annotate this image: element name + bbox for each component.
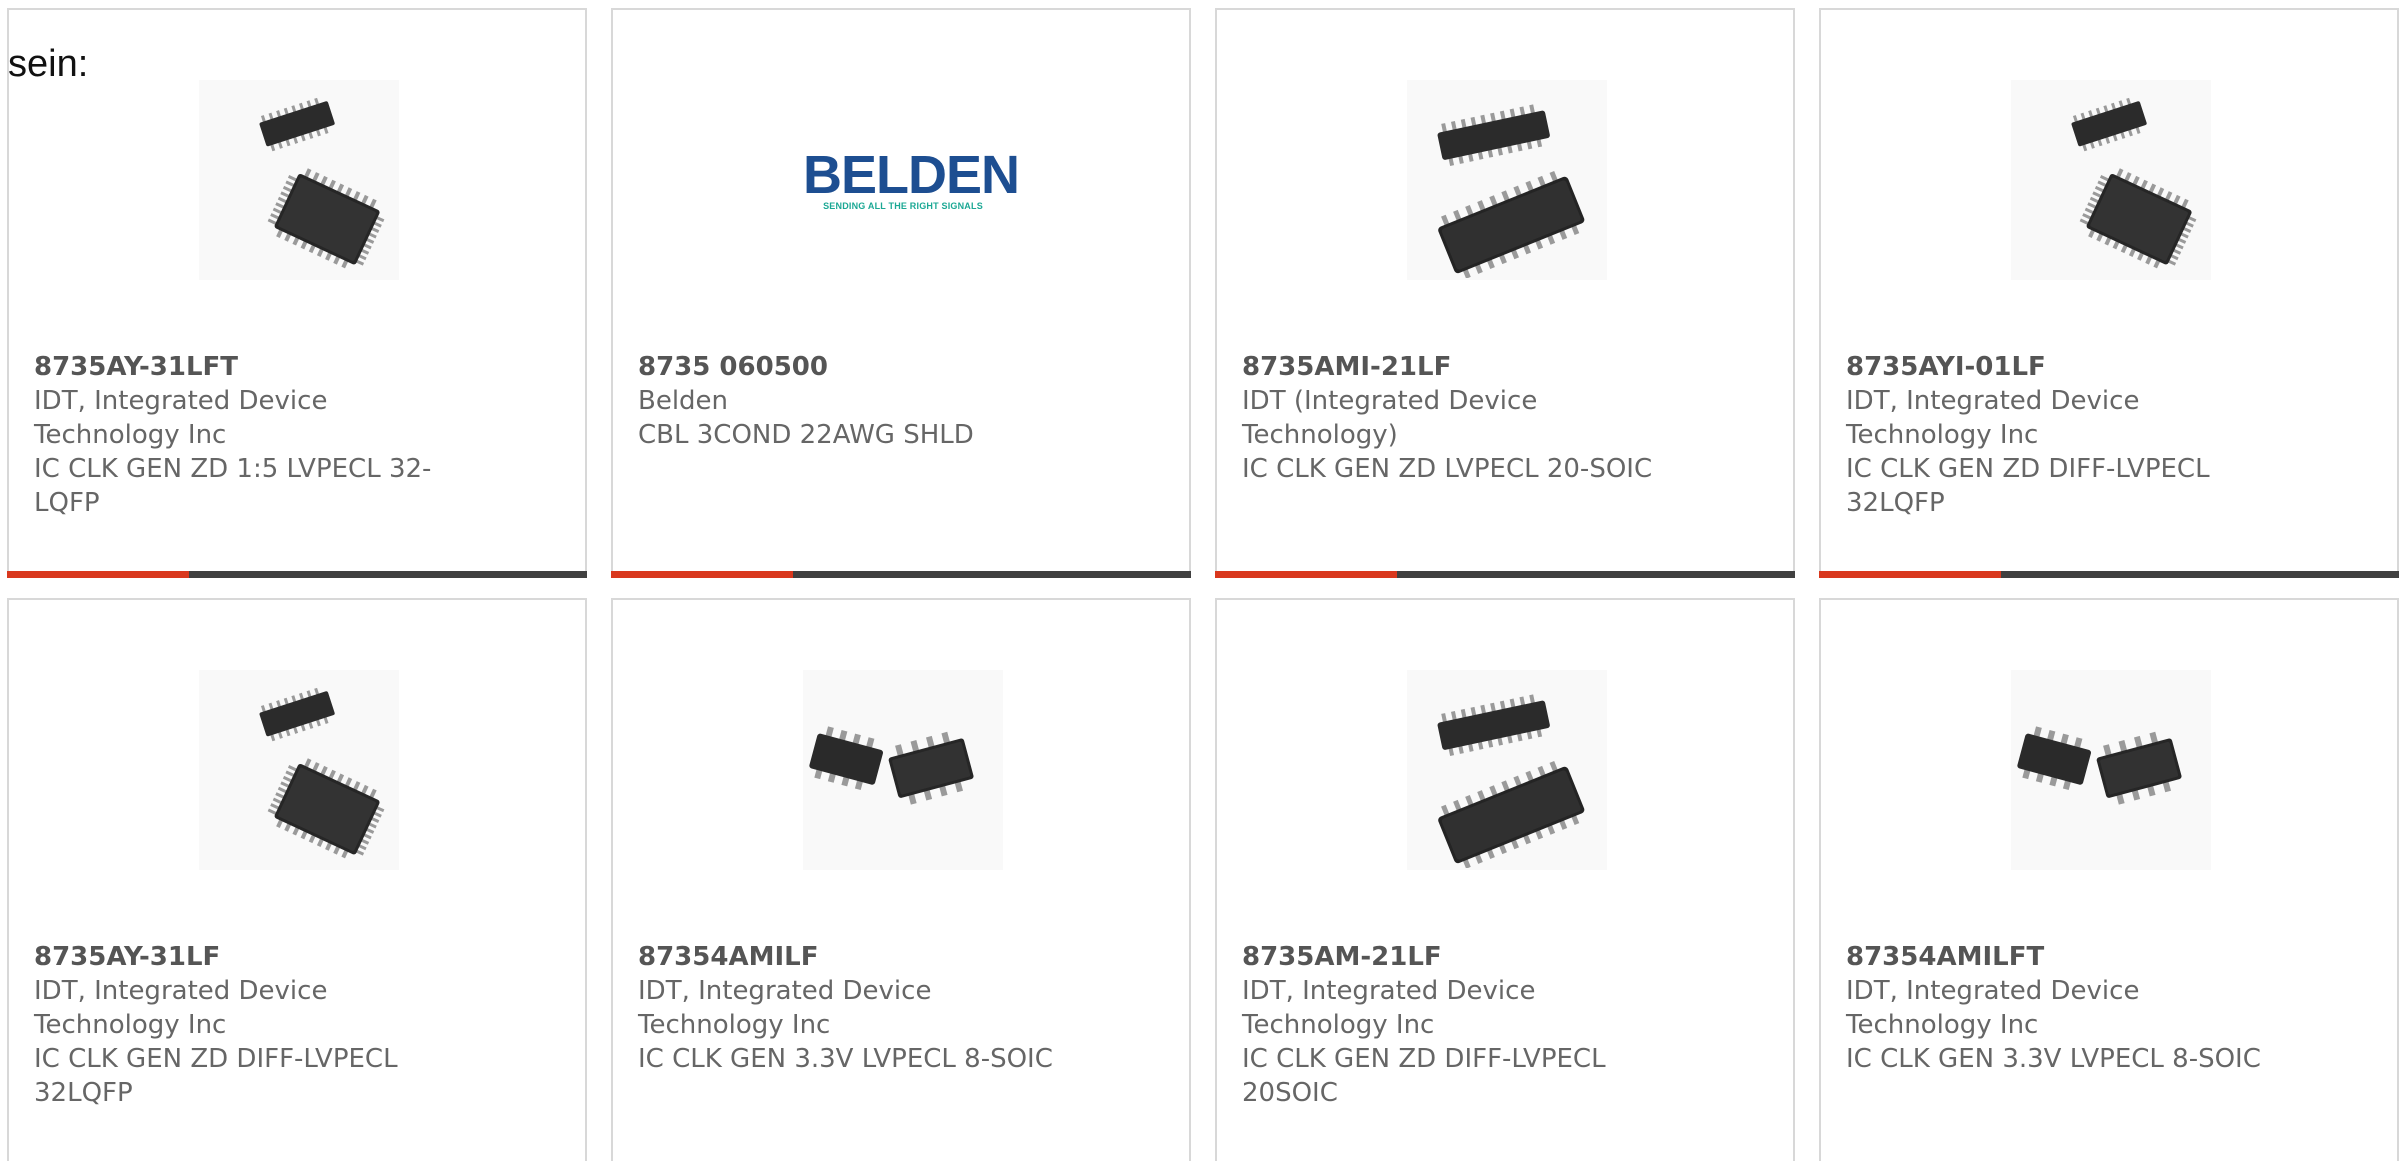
belden-logo-tagline: SENDING ALL THE RIGHT SIGNALS xyxy=(823,201,983,211)
product-info: 8735AY-31LF IDT, Integrated Device Technol… xyxy=(34,940,454,1110)
manufacturer-text: IDT, Integrated Device xyxy=(1846,976,2140,1006)
part-number-link[interactable]: 8735AY-31LF xyxy=(34,940,454,974)
description-text: CBL 3COND 22AWG SHLD xyxy=(638,420,974,450)
manufacturer-text: IDT, Integrated Device xyxy=(34,976,328,1006)
part-number-link[interactable]: 87354AMILF xyxy=(638,940,1058,974)
card-accent-bar xyxy=(7,571,189,578)
description-text: IC CLK GEN ZD DIFF-LVPECL xyxy=(1846,454,2210,484)
product-card[interactable]: 8735AMI-21LF IDT (Integrated Device Techno… xyxy=(1215,8,1795,578)
qfp-chip-icon xyxy=(199,668,399,872)
part-number-link[interactable]: 8735AMI-21LF xyxy=(1242,350,1662,384)
description-text: IC CLK GEN ZD LVPECL 20-SOIC xyxy=(1242,454,1653,484)
product-image[interactable] xyxy=(1407,670,1607,870)
product-info: 87354AMILF IDT, Integrated Device Technolo… xyxy=(638,940,1058,1076)
description-text: 32LQFP xyxy=(1846,488,1945,518)
product-card[interactable]: 8735AY-31LFT IDT, Integrated Device Techno… xyxy=(7,8,587,578)
card-bottom-bar xyxy=(611,571,1191,578)
product-image[interactable] xyxy=(803,670,1003,870)
product-info: 87354AMILFT IDT, Integrated Device Technol… xyxy=(1846,940,2266,1076)
manufacturer-text: IDT, Integrated Device xyxy=(1846,386,2140,416)
product-card[interactable]: 8735AM-21LF IDT, Integrated Device Technol… xyxy=(1215,598,1795,1161)
card-bottom-bar xyxy=(1215,571,1795,578)
product-grid: 8735AY-31LFT IDT, Integrated Device Techno… xyxy=(7,8,2400,1161)
manufacturer-text: IDT, Integrated Device xyxy=(34,386,328,416)
description-text: LQFP xyxy=(34,488,100,518)
manufacturer-text: Technology Inc xyxy=(34,420,227,450)
product-info: 8735AYI-01LF IDT, Integrated Device Techno… xyxy=(1846,350,2266,520)
qfp-chip-icon xyxy=(199,78,399,282)
part-number-link[interactable]: 87354AMILFT xyxy=(1846,940,2266,974)
manufacturer-text: Technology Inc xyxy=(34,1010,227,1040)
card-accent-bar xyxy=(611,571,793,578)
card-accent-bar xyxy=(1215,571,1397,578)
description-text: IC CLK GEN ZD DIFF-LVPECL xyxy=(1242,1044,1606,1074)
soic8-chip-icon xyxy=(2011,668,2211,872)
product-image[interactable] xyxy=(199,670,399,870)
product-card[interactable]: BELDEN SENDING ALL THE RIGHT SIGNALS 8735 … xyxy=(611,8,1191,578)
belden-logo: BELDEN SENDING ALL THE RIGHT SIGNALS xyxy=(803,145,1020,211)
description-text: 32LQFP xyxy=(34,1078,133,1108)
manufacturer-text: Belden xyxy=(638,386,729,416)
description-text: IC CLK GEN ZD 1:5 LVPECL 32- xyxy=(34,454,432,484)
product-card[interactable]: 8735AYI-01LF IDT, Integrated Device Techno… xyxy=(1819,8,2399,578)
description-text: IC CLK GEN ZD DIFF-LVPECL xyxy=(34,1044,398,1074)
intro-text: sein: xyxy=(8,43,89,85)
card-bottom-bar xyxy=(7,571,587,578)
part-number-link[interactable]: 8735 060500 xyxy=(638,350,1058,384)
product-card[interactable]: 87354AMILFT IDT, Integrated Device Technol… xyxy=(1819,598,2399,1161)
qfp-chip-icon xyxy=(2011,78,2211,282)
product-info: 8735AMI-21LF IDT (Integrated Device Techno… xyxy=(1242,350,1662,486)
product-image[interactable] xyxy=(199,80,399,280)
manufacturer-text: Technology Inc xyxy=(1846,420,2039,450)
product-image[interactable] xyxy=(2011,670,2211,870)
product-card[interactable]: 8735AY-31LF IDT, Integrated Device Technol… xyxy=(7,598,587,1161)
card-accent-bar xyxy=(1819,571,2001,578)
product-image[interactable] xyxy=(2011,80,2211,280)
manufacturer-text: IDT, Integrated Device xyxy=(1242,976,1536,1006)
part-number-link[interactable]: 8735AM-21LF xyxy=(1242,940,1662,974)
manufacturer-text: IDT, Integrated Device xyxy=(638,976,932,1006)
manufacturer-text: Technology Inc xyxy=(1242,1010,1435,1040)
product-info: 8735AM-21LF IDT, Integrated Device Technol… xyxy=(1242,940,1662,1110)
soic-wide-chip-icon xyxy=(1407,668,1607,872)
product-info: 8735AY-31LFT IDT, Integrated Device Techno… xyxy=(34,350,454,520)
manufacturer-text: Technology) xyxy=(1242,420,1398,450)
soic8-chip-icon xyxy=(803,668,1003,872)
manufacturer-text: Technology Inc xyxy=(1846,1010,2039,1040)
manufacturer-text: IDT (Integrated Device xyxy=(1242,386,1538,416)
manufacturer-text: Technology Inc xyxy=(638,1010,831,1040)
card-bottom-bar xyxy=(1819,571,2399,578)
soic-wide-chip-icon xyxy=(1407,78,1607,282)
description-text: 20SOIC xyxy=(1242,1078,1338,1108)
product-card[interactable]: 87354AMILF IDT, Integrated Device Technolo… xyxy=(611,598,1191,1161)
product-info: 8735 060500 Belden CBL 3COND 22AWG SHLD xyxy=(638,350,1058,452)
description-text: IC CLK GEN 3.3V LVPECL 8-SOIC xyxy=(638,1044,1053,1074)
belden-logo-text: BELDEN xyxy=(803,145,1020,205)
product-image[interactable] xyxy=(1407,80,1607,280)
part-number-link[interactable]: 8735AYI-01LF xyxy=(1846,350,2266,384)
description-text: IC CLK GEN 3.3V LVPECL 8-SOIC xyxy=(1846,1044,2261,1074)
part-number-link[interactable]: 8735AY-31LFT xyxy=(34,350,454,384)
product-image[interactable]: BELDEN SENDING ALL THE RIGHT SIGNALS xyxy=(803,80,1020,280)
